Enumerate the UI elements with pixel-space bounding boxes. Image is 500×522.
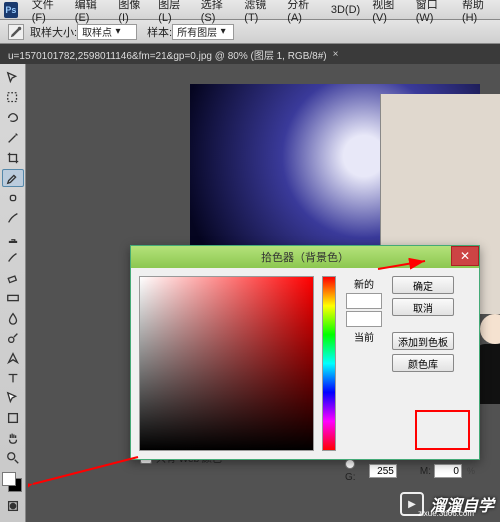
eyedropper-tool[interactable] <box>2 169 24 187</box>
tool-palette <box>0 64 26 522</box>
current-color-swatch <box>346 311 382 327</box>
hue-slider[interactable] <box>322 276 336 451</box>
color-lib-button[interactable]: 颜色库 <box>392 354 454 372</box>
menu-edit[interactable]: 编辑(E) <box>69 0 113 24</box>
crop-tool[interactable] <box>2 149 24 167</box>
ok-button[interactable]: 确定 <box>392 276 454 294</box>
menu-view[interactable]: 视图(V) <box>366 0 410 24</box>
dodge-tool[interactable] <box>2 329 24 347</box>
brush-tool[interactable] <box>2 209 24 227</box>
path-tool[interactable] <box>2 389 24 407</box>
sample-size-label: 取样大小: <box>30 24 77 40</box>
color-swatches[interactable] <box>2 472 24 496</box>
stamp-tool[interactable] <box>2 229 24 247</box>
new-color-label: 新的 <box>354 276 374 291</box>
menu-help[interactable]: 帮助(H) <box>456 0 500 24</box>
ps-logo: Ps <box>4 2 18 18</box>
move-tool[interactable] <box>2 69 24 87</box>
wand-tool[interactable] <box>2 129 24 147</box>
m-label: M: <box>414 466 431 477</box>
hand-tool[interactable] <box>2 429 24 447</box>
current-color-label: 当前 <box>354 329 374 344</box>
sample-label: 样本: <box>147 24 172 40</box>
color-field[interactable] <box>139 276 314 451</box>
dialog-close-button[interactable]: ✕ <box>451 246 479 266</box>
pen-tool[interactable] <box>2 349 24 367</box>
new-color-swatch <box>346 293 382 309</box>
annotation-cmyk-highlight <box>415 410 470 450</box>
sample-size-select[interactable]: 取样点▾ <box>77 24 137 40</box>
watermark: ▶ 溜溜自学 zixue.3d66.com <box>400 492 494 516</box>
annotation-arrow-to-ok <box>375 255 435 275</box>
blur-tool[interactable] <box>2 309 24 327</box>
marquee-tool[interactable] <box>2 89 24 107</box>
heal-tool[interactable] <box>2 189 24 207</box>
m-input[interactable] <box>434 464 462 478</box>
menu-file[interactable]: 文件(F) <box>26 0 69 24</box>
menu-window[interactable]: 窗口(W) <box>410 0 456 24</box>
type-tool[interactable] <box>2 369 24 387</box>
document-tab[interactable]: u=1570101782,2598011146&fm=21&gp=0.jpg @… <box>8 47 327 62</box>
gradient-tool[interactable] <box>2 289 24 307</box>
menu-filter[interactable]: 滤镜(T) <box>238 0 281 24</box>
g-radio[interactable]: G: <box>345 459 366 483</box>
menu-select[interactable]: 选择(S) <box>195 0 239 24</box>
menu-analysis[interactable]: 分析(A) <box>281 0 325 24</box>
annotation-arrow-to-swatch <box>28 449 148 489</box>
tab-close-icon[interactable]: × <box>333 49 339 60</box>
menu-image[interactable]: 图像(I) <box>112 0 152 24</box>
zoom-tool[interactable] <box>2 449 24 467</box>
sample-select[interactable]: 所有图层▾ <box>172 24 234 40</box>
eraser-tool[interactable] <box>2 269 24 287</box>
lasso-tool[interactable] <box>2 109 24 127</box>
history-brush-tool[interactable] <box>2 249 24 267</box>
add-swatch-button[interactable]: 添加到色板 <box>392 332 454 350</box>
watermark-url: zixue.3d66.com <box>418 509 474 518</box>
dialog-title: 拾色器（背景色） <box>261 249 349 265</box>
menu-3d[interactable]: 3D(D) <box>325 4 366 16</box>
m-unit: % <box>467 466 475 476</box>
g-input[interactable] <box>369 464 397 478</box>
cancel-button[interactable]: 取消 <box>392 298 454 316</box>
eyedropper-tool-icon[interactable] <box>8 24 24 40</box>
shape-tool[interactable] <box>2 409 24 427</box>
quickmask-tool[interactable] <box>2 497 24 515</box>
fg-swatch[interactable] <box>2 472 16 486</box>
menu-layer[interactable]: 图层(L) <box>152 0 195 24</box>
